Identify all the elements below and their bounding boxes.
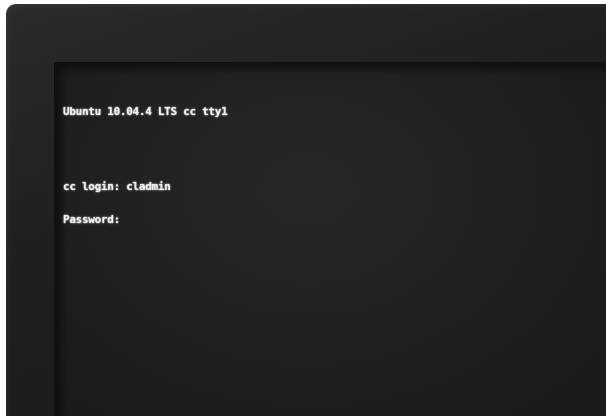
console-output: Ubuntu 10.04.4 LTS cc tty1 cc login: cla… <box>63 84 228 247</box>
terminal-screen[interactable]: Ubuntu 10.04.4 LTS cc tty1 cc login: cla… <box>54 62 606 416</box>
login-prompt: cc login: cladmin <box>63 180 171 193</box>
password-prompt: Password: <box>63 213 120 226</box>
os-banner: Ubuntu 10.04.4 LTS cc tty1 <box>63 105 228 118</box>
password-line[interactable]: Password: <box>63 214 227 225</box>
text-cursor <box>120 221 122 223</box>
monitor-photo: Ubuntu 10.04.4 LTS cc tty1 cc login: cla… <box>0 0 606 416</box>
